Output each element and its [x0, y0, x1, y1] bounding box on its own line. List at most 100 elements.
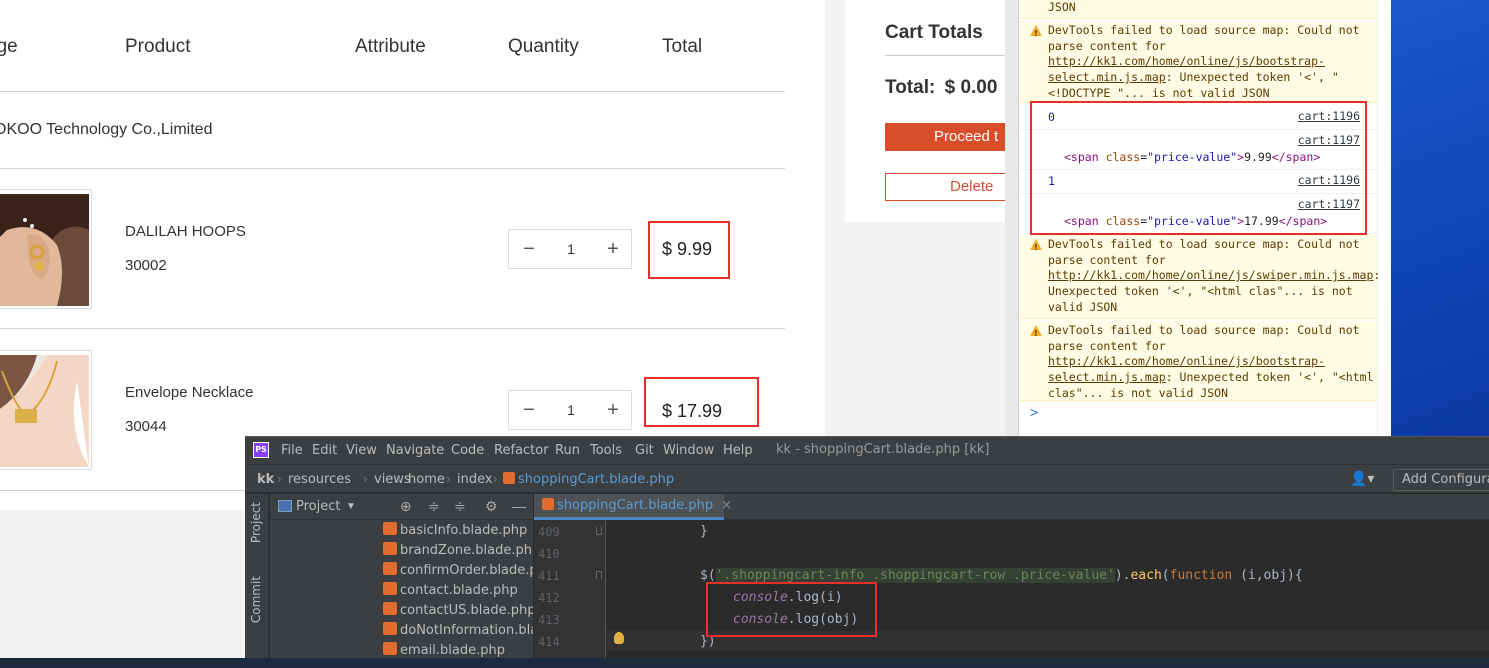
project-title[interactable]: Project	[296, 499, 340, 514]
blade-file-icon	[503, 472, 515, 484]
minus-button[interactable]: −	[509, 230, 549, 268]
col-header-product: Product	[125, 36, 191, 57]
blade-file-icon	[383, 542, 397, 555]
plus-button[interactable]: +	[593, 391, 633, 429]
console-warning-tail: JSON	[1020, 0, 1377, 19]
locate-icon[interactable]: ⊕	[400, 498, 412, 515]
crumb-views[interactable]: views	[374, 472, 411, 487]
file-tree-item[interactable]: basicInfo.blade.php	[383, 522, 533, 538]
menu-help[interactable]: Help	[723, 443, 753, 458]
crumb-project[interactable]: kk	[257, 472, 274, 487]
menu-navigate[interactable]: Navigate	[386, 443, 444, 458]
divider	[885, 55, 1005, 56]
product-name[interactable]: Envelope Necklace	[125, 384, 253, 401]
lightbulb-icon[interactable]	[614, 632, 624, 644]
menu-git[interactable]: Git	[635, 443, 654, 458]
code-line-411[interactable]: $('.shoppingcart-info .shoppingcart-row …	[700, 568, 1303, 583]
crumb-file[interactable]: shoppingCart.blade.php	[503, 472, 674, 487]
col-header-attribute: Attribute	[355, 36, 426, 57]
menu-file[interactable]: File	[281, 443, 303, 458]
line-number: 409	[538, 525, 560, 539]
add-configuration-button[interactable]: Add Configurat	[1393, 469, 1489, 491]
file-tree-item[interactable]: doNotInformation.blade.php	[383, 622, 533, 638]
line-number: 414	[538, 635, 560, 649]
desktop-background	[1391, 0, 1489, 436]
delete-button[interactable]: Delete	[885, 173, 1010, 201]
menu-refactor[interactable]: Refactor	[494, 443, 549, 458]
project-tool-tab[interactable]: Project	[249, 502, 263, 543]
plus-button[interactable]: +	[593, 230, 633, 268]
console-warning: DevTools failed to load source map: Coul…	[1020, 21, 1377, 103]
code-line-409[interactable]: }	[700, 524, 708, 539]
expand-all-icon[interactable]: ≑	[428, 498, 440, 515]
tab-shoppingcart[interactable]: shoppingCart.blade.php ×	[534, 494, 732, 520]
menu-edit[interactable]: Edit	[312, 443, 337, 458]
file-tree-item[interactable]: confirmOrder.blade.php	[383, 562, 533, 578]
line-number: 411	[538, 569, 560, 583]
annotation-box	[1030, 101, 1367, 235]
hide-icon[interactable]: —	[512, 498, 526, 514]
product-image-earring[interactable]	[0, 189, 92, 309]
menu-run[interactable]: Run	[555, 443, 580, 458]
minus-button[interactable]: −	[509, 391, 549, 429]
project-toolbar: Project ▼ ⊕ ≑ ≑ ⚙ —	[270, 494, 533, 520]
product-code: 30044	[125, 418, 167, 435]
gear-icon[interactable]: ⚙	[485, 498, 498, 515]
phpstorm-logo: PS	[253, 442, 269, 458]
menu-window[interactable]: Window	[663, 443, 714, 458]
crumb-resources[interactable]: resources	[288, 472, 351, 487]
product-name[interactable]: DALILAH HOOPS	[125, 223, 246, 240]
line-number: 410	[538, 547, 560, 561]
file-tree-item[interactable]: contact.blade.php	[383, 582, 533, 598]
console-sidebar-scroll[interactable]	[1005, 0, 1019, 436]
cart-total: Total: $ 0.00	[885, 77, 997, 99]
quantity-value[interactable]: 1	[549, 391, 593, 429]
divider	[0, 328, 785, 329]
col-header-quantity: Quantity	[508, 36, 579, 57]
close-icon[interactable]: ×	[721, 498, 732, 513]
console-warning: DevTools failed to load source map: Coul…	[1020, 321, 1377, 401]
collapse-all-icon[interactable]: ≑	[454, 498, 466, 515]
tool-window-strip: Project Commit	[245, 494, 269, 658]
fold-marker-icon[interactable]	[596, 527, 602, 535]
blade-file-icon	[383, 562, 397, 575]
product-code: 30002	[125, 257, 167, 274]
proceed-checkout-button[interactable]: Proceed t	[885, 123, 1010, 151]
col-header-total: Total	[662, 36, 703, 57]
blade-file-icon	[383, 642, 397, 655]
quantity-stepper: − 1 +	[508, 390, 632, 430]
fold-marker-icon[interactable]	[596, 571, 602, 579]
product-image-necklace[interactable]	[0, 350, 92, 470]
crumb-home[interactable]: home	[408, 472, 445, 487]
cart-totals-title: Cart Totals	[885, 22, 983, 43]
commit-tool-tab[interactable]: Commit	[249, 576, 263, 623]
file-tree-item[interactable]: email.blade.php	[383, 642, 533, 658]
shop-name: OKOO Technology Co.,Limited	[0, 121, 213, 138]
file-tree-item[interactable]: brandZone.blade.php	[383, 542, 533, 558]
crumb-index[interactable]: index	[457, 472, 493, 487]
item-total: $ 9.99	[662, 239, 713, 259]
line-number: 412	[538, 591, 560, 605]
col-header-image: age	[0, 36, 18, 57]
menu-view[interactable]: View	[346, 443, 377, 458]
menu-code[interactable]: Code	[451, 443, 484, 458]
item-total: $ 17.99	[662, 401, 723, 421]
taskbar	[0, 658, 1489, 668]
blade-file-icon	[383, 582, 397, 595]
user-icon[interactable]: 👤▾	[1350, 470, 1374, 487]
console-warning: DevTools failed to load source map: Coul…	[1020, 235, 1380, 319]
blade-file-icon	[383, 522, 397, 535]
dropdown-arrow-icon[interactable]: ▼	[346, 501, 356, 512]
divider	[0, 91, 785, 92]
source-map-link[interactable]: http://kk1.com/home/online/js/swiper.min…	[1048, 268, 1373, 282]
annotation-box	[706, 582, 877, 637]
console-scrollbar[interactable]	[1377, 0, 1391, 436]
menu-tools[interactable]: Tools	[590, 443, 622, 458]
blade-file-icon	[383, 622, 397, 635]
quantity-value[interactable]: 1	[549, 230, 593, 268]
blade-file-icon	[383, 602, 397, 615]
total-label: Total:	[885, 77, 936, 98]
file-tree-item[interactable]: contactUS.blade.php	[383, 602, 533, 618]
console-prompt[interactable]: >	[1030, 405, 1038, 421]
warning-icon	[1030, 325, 1042, 342]
